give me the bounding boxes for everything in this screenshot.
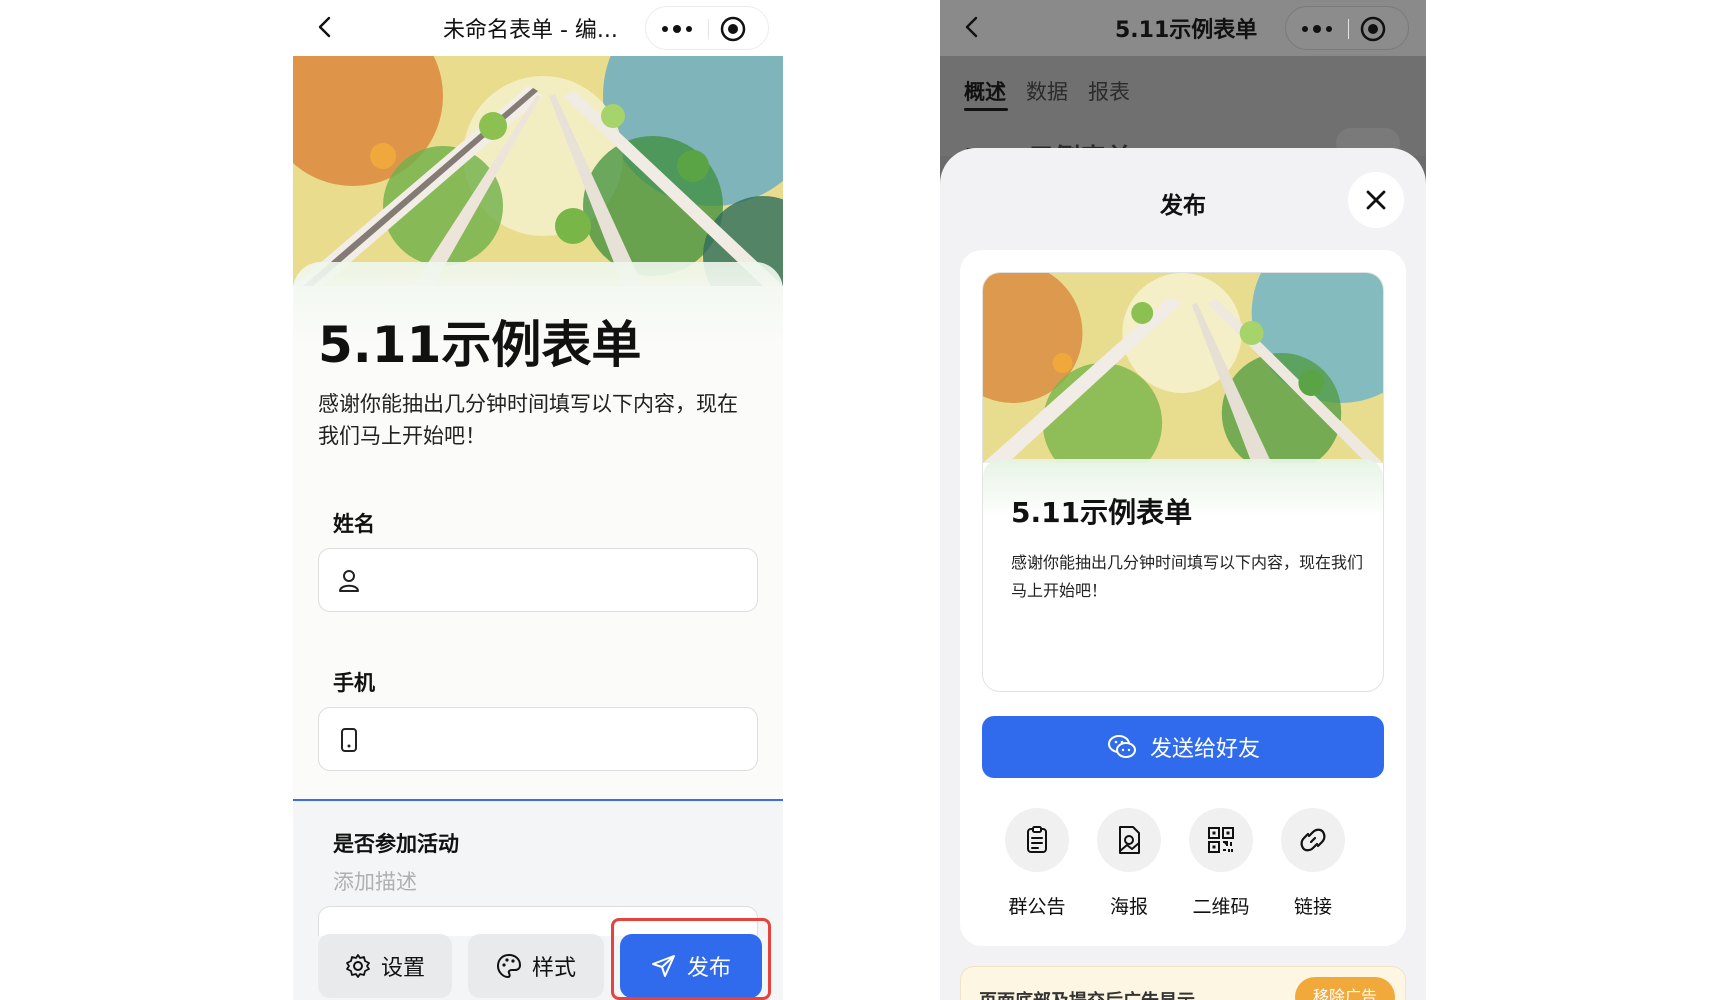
share-poster[interactable]: 海报 [1079, 808, 1179, 919]
ad-notice-banner: 页面底部及提交后广告显示 移除广告 [960, 966, 1406, 1000]
publish-sheet-screen: 5.11示例表单 概述 数据 报表 5.11示例表单 发布 [940, 0, 1426, 1000]
publish-highlight-box [611, 918, 771, 1000]
wechat-icon [1107, 735, 1136, 758]
share-label: 二维码 [1192, 896, 1250, 918]
close-miniprogram-icon[interactable] [1358, 14, 1388, 44]
page-title: 未命名表单 - 编... [443, 18, 618, 43]
qrcode-icon [1208, 827, 1234, 853]
remove-ad-button[interactable]: 移除广告 [1295, 977, 1395, 1000]
share-qrcode[interactable]: 二维码 [1171, 808, 1271, 919]
close-miniprogram-icon[interactable] [718, 14, 748, 44]
tab-data[interactable]: 数据 [1026, 76, 1068, 106]
send-to-friend-button[interactable]: 发送给好友 [982, 716, 1384, 778]
share-icon-circle [1005, 808, 1069, 872]
capsule-separator [1348, 19, 1349, 39]
link-icon [1300, 828, 1326, 852]
back-arrow-icon[interactable] [958, 12, 988, 42]
share-icon-circle [1189, 808, 1253, 872]
close-button[interactable] [1348, 172, 1404, 228]
more-dots-icon[interactable] [1294, 14, 1340, 44]
palette-icon [496, 953, 521, 979]
activity-question-title[interactable]: 是否参加活动 [333, 828, 459, 858]
phone-icon [341, 728, 357, 752]
poster-icon [1119, 826, 1140, 854]
preview-cover-image [983, 273, 1383, 463]
share-icon-circle [1097, 808, 1161, 872]
preview-title: 5.11示例表单 [1011, 496, 1193, 529]
add-description-placeholder[interactable]: 添加描述 [333, 866, 417, 896]
name-input[interactable] [318, 548, 758, 612]
form-description[interactable]: 感谢你能抽出几分钟时间填写以下内容，现在我们马上开始吧！ [318, 388, 758, 452]
phone-field-label[interactable]: 手机 [333, 667, 375, 697]
share-label: 链接 [1293, 896, 1332, 918]
share-link[interactable]: 链接 [1263, 808, 1363, 919]
preview-description: 感谢你能抽出几分钟时间填写以下内容，现在我们马上开始吧！ [1011, 553, 1364, 600]
gear-icon [346, 954, 370, 978]
user-icon [339, 570, 359, 592]
tab-report[interactable]: 报表 [1088, 76, 1130, 106]
share-label: 群公告 [1008, 896, 1066, 918]
navigation-bar: 未命名表单 - 编... [293, 0, 783, 56]
close-icon [1366, 190, 1386, 210]
form-preview-card: 5.11示例表单 感谢你能抽出几分钟时间填写以下内容，现在我们马上开始吧！ [982, 272, 1384, 692]
style-label: 样式 [531, 956, 576, 981]
share-label: 海报 [1109, 896, 1148, 918]
navigation-bar: 5.11示例表单 [940, 0, 1426, 56]
name-field-label[interactable]: 姓名 [333, 508, 375, 538]
more-dots-icon[interactable] [654, 14, 700, 44]
share-icon-circle [1281, 808, 1345, 872]
settings-button[interactable]: 设置 [318, 934, 452, 998]
form-editor-screen: 未命名表单 - 编... 5.11示例表单 感谢你能抽出几分钟时间填写以下内容，… [293, 0, 783, 1000]
ad-notice-text: 页面底部及提交后广告显示 [979, 987, 1195, 1000]
share-group-notice[interactable]: 群公告 [987, 808, 1087, 919]
phone-input[interactable] [318, 707, 758, 771]
page-title: 5.11示例表单 [1115, 18, 1258, 43]
form-cover-image [293, 56, 783, 286]
form-title[interactable]: 5.11示例表单 [318, 305, 641, 377]
tab-overview[interactable]: 概述 [964, 76, 1006, 106]
send-to-friend-label: 发送给好友 [1149, 737, 1260, 762]
capsule-separator [708, 19, 709, 39]
active-tab-indicator [964, 108, 1008, 111]
mini-program-capsule [645, 6, 769, 50]
mini-program-capsule [1285, 6, 1409, 50]
back-arrow-icon[interactable] [311, 12, 341, 42]
clipboard-icon [1027, 826, 1047, 853]
style-button[interactable]: 样式 [468, 934, 604, 998]
settings-label: 设置 [380, 956, 425, 981]
